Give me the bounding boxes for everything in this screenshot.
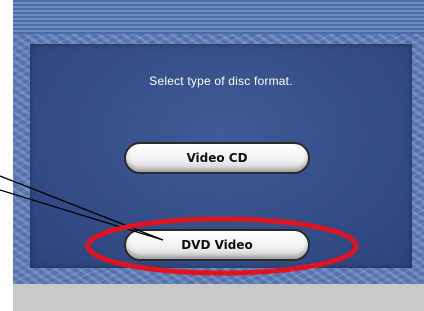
bottom-bar bbox=[13, 284, 424, 311]
dialog-panel: Select type of disc format. Video CD DVD… bbox=[30, 44, 412, 268]
dvd-video-button[interactable]: DVD Video bbox=[124, 229, 310, 261]
textured-frame: Select type of disc format. Video CD DVD… bbox=[13, 34, 424, 284]
video-cd-button[interactable]: Video CD bbox=[124, 142, 310, 174]
title-bar bbox=[13, 0, 424, 34]
disc-format-window: Select type of disc format. Video CD DVD… bbox=[13, 0, 424, 311]
dvd-video-button-label: DVD Video bbox=[181, 238, 253, 252]
prompt-text: Select type of disc format. bbox=[149, 74, 293, 88]
video-cd-button-label: Video CD bbox=[186, 151, 248, 165]
screenshot: Select type of disc format. Video CD DVD… bbox=[0, 0, 424, 311]
